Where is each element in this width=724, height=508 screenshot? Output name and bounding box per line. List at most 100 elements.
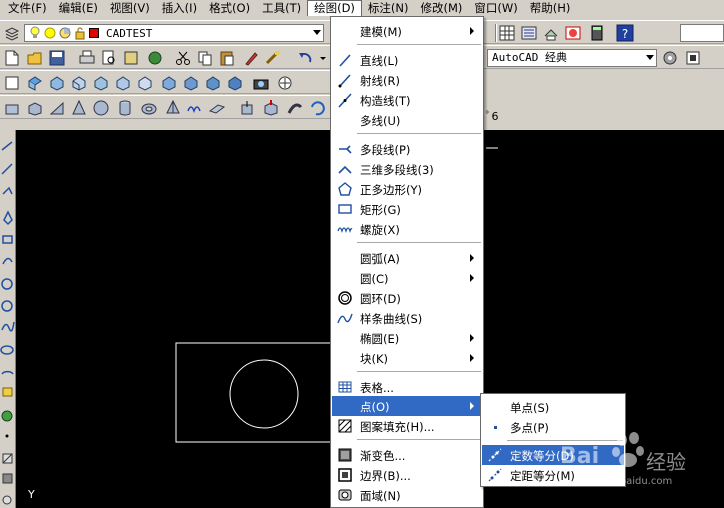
draw-menu-spline[interactable]: 样条曲线(S)	[332, 308, 482, 328]
draw-menu-boundary[interactable]: 边界(B)...	[332, 465, 482, 485]
line-tool-icon[interactable]	[1, 141, 13, 151]
draw-menu-construction-line[interactable]: 构造线(T)	[332, 90, 482, 110]
construction-line-tool-icon[interactable]	[1, 163, 13, 175]
draw-menu-block[interactable]: 块(K)	[332, 348, 482, 368]
pyramid-icon[interactable]	[164, 99, 182, 117]
undo-icon[interactable]	[296, 49, 314, 67]
menu-insert[interactable]: 插入(I)	[156, 0, 203, 16]
menu-modify[interactable]: 修改(M)	[415, 0, 469, 16]
draw-menu-polyline[interactable]: 多段线(P)	[332, 139, 482, 159]
paste-icon[interactable]	[218, 49, 236, 67]
menu-edit[interactable]: 编辑(E)	[53, 0, 104, 16]
cylinder-icon[interactable]	[116, 99, 134, 117]
save-icon[interactable]	[48, 49, 66, 67]
draw-menu-hatch[interactable]: 图案填充(H)...	[332, 416, 482, 436]
draw-menu-ray[interactable]: 射线(R)	[332, 70, 482, 90]
extrude-icon[interactable]	[238, 99, 256, 117]
polygon-tool-icon[interactable]	[3, 210, 13, 226]
draw-menu-polygon[interactable]: 正多边形(Y)	[332, 179, 482, 199]
menu-view[interactable]: 视图(V)	[104, 0, 156, 16]
publish-sheets-icon[interactable]	[122, 49, 140, 67]
draw-menu-3d-polyline[interactable]: 三维多段线(3)	[332, 159, 482, 179]
make-block-tool-icon[interactable]	[1, 410, 13, 422]
chevron-down-icon[interactable]	[646, 55, 654, 60]
menu-window[interactable]: 窗口(W)	[468, 0, 523, 16]
help-icon[interactable]: ?	[616, 24, 634, 42]
ellipse-arc-tool-icon[interactable]	[1, 370, 14, 375]
sweep-icon[interactable]	[286, 99, 304, 117]
sheet-set-icon[interactable]	[520, 24, 538, 42]
match-properties-icon[interactable]	[242, 49, 260, 67]
workspace-settings-icon[interactable]	[661, 49, 679, 67]
spline-tool-icon[interactable]	[1, 321, 15, 332]
pan-icon[interactable]	[276, 74, 294, 92]
arc-tool-icon[interactable]	[2, 257, 13, 265]
named-views-icon[interactable]	[3, 74, 21, 92]
helix-icon[interactable]	[186, 99, 204, 117]
sphere-icon[interactable]	[92, 99, 110, 117]
planar-surface-icon[interactable]	[208, 99, 226, 117]
print-icon[interactable]	[78, 49, 96, 67]
wedge-icon[interactable]	[48, 99, 66, 117]
menu-dimension[interactable]: 标注(N)	[362, 0, 415, 16]
draw-menu-donut[interactable]: 圆环(D)	[332, 288, 482, 308]
cut-icon[interactable]	[174, 49, 192, 67]
rectangle-tool-icon[interactable]	[2, 235, 13, 244]
revolve-icon[interactable]	[308, 99, 326, 117]
chevron-down-icon[interactable]	[313, 30, 321, 35]
menu-help[interactable]: 帮助(H)	[524, 0, 577, 16]
insert-block-tool-icon[interactable]	[2, 387, 13, 397]
nw-iso-icon[interactable]	[226, 74, 244, 92]
polyline-tool-icon[interactable]	[2, 186, 13, 195]
torus-icon[interactable]	[140, 99, 158, 117]
point-menu-single-point[interactable]: 单点(S)	[482, 397, 624, 417]
draw-menu-ellipse[interactable]: 椭圆(E)	[332, 328, 482, 348]
clean-screen-icon[interactable]	[684, 49, 702, 67]
drawn-circle[interactable]	[229, 359, 299, 429]
draw-menu-gradient[interactable]: 渐变色...	[332, 445, 482, 465]
block-editor-icon[interactable]	[264, 49, 282, 67]
draw-menu-line[interactable]: 直线(L)	[332, 50, 482, 70]
publish-icon[interactable]	[564, 24, 582, 42]
draw-menu-region[interactable]: 面域(N)	[332, 485, 482, 505]
menu-file[interactable]: 文件(F)	[2, 0, 53, 16]
draw-menu-point[interactable]: 点(O)	[332, 396, 482, 416]
layer-manager-icon[interactable]	[3, 24, 21, 42]
front-view-icon[interactable]	[114, 74, 132, 92]
layer-combo[interactable]: CADTEST	[24, 24, 324, 42]
markup-icon[interactable]	[542, 24, 560, 42]
polysolid-icon[interactable]	[3, 99, 21, 117]
se-iso-icon[interactable]	[182, 74, 200, 92]
gradient-tool-icon[interactable]	[2, 473, 13, 484]
camera-icon[interactable]	[252, 74, 270, 92]
point-tool-icon[interactable]	[5, 434, 9, 438]
draw-menu-arc[interactable]: 圆弧(A)	[332, 248, 482, 268]
new-file-icon[interactable]	[3, 49, 21, 67]
loft-icon[interactable]: ﾟ6	[484, 104, 504, 126]
draw-menu-table[interactable]: 表格...	[332, 377, 482, 397]
sw-iso-icon[interactable]	[160, 74, 178, 92]
menu-tools[interactable]: 工具(T)	[256, 0, 307, 16]
revision-cloud-tool-icon[interactable]	[1, 300, 13, 312]
top-view-icon[interactable]	[26, 74, 44, 92]
menu-format[interactable]: 格式(O)	[203, 0, 256, 16]
draw-menu-helix[interactable]: 螺旋(X)	[332, 219, 482, 239]
3d-dwf-icon[interactable]	[146, 49, 164, 67]
quickcalc-icon[interactable]	[588, 24, 606, 42]
box-icon[interactable]	[26, 99, 44, 117]
draw-menu-circle[interactable]: 圆(C)	[332, 268, 482, 288]
right-view-icon[interactable]	[92, 74, 110, 92]
bottom-view-icon[interactable]	[48, 74, 66, 92]
open-folder-icon[interactable]	[26, 49, 44, 67]
calculator-grid-icon[interactable]	[498, 24, 516, 42]
back-view-icon[interactable]	[136, 74, 154, 92]
presspull-icon[interactable]	[262, 99, 280, 117]
print-preview-icon[interactable]	[100, 49, 118, 67]
copy-icon[interactable]	[196, 49, 214, 67]
region-tool-icon[interactable]	[2, 495, 12, 505]
menu-draw[interactable]: 绘图(D)	[307, 0, 362, 16]
left-view-icon[interactable]	[70, 74, 88, 92]
draw-menu-modeling[interactable]: 建模(M)	[332, 21, 482, 41]
draw-menu-multiline[interactable]: 多线(U)	[332, 110, 482, 130]
cone-icon[interactable]	[70, 99, 88, 117]
